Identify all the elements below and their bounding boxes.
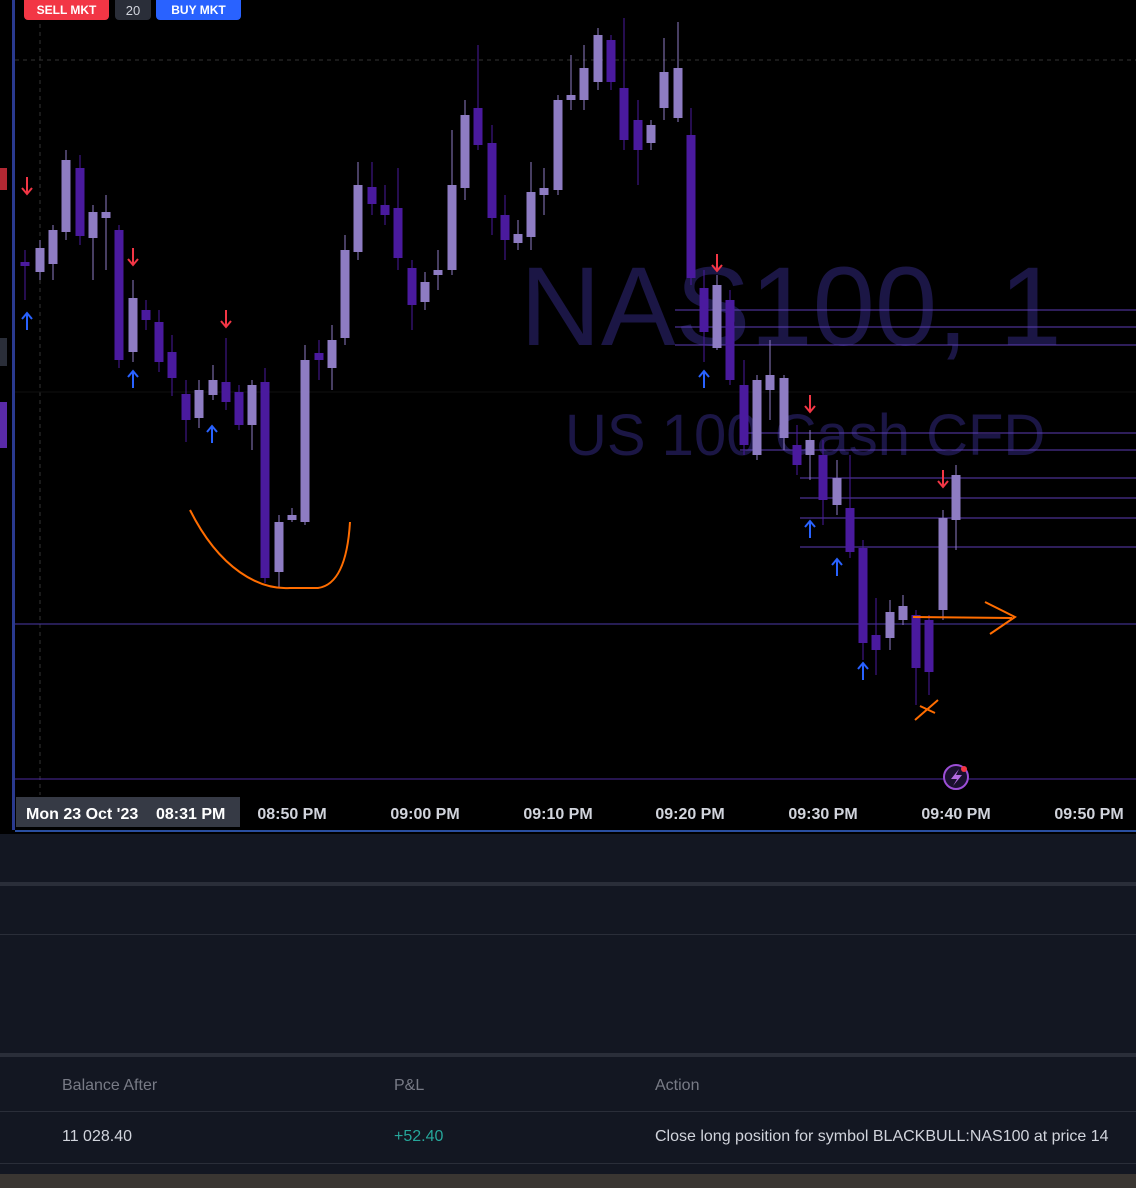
notification-dot-icon [961, 766, 967, 772]
candle [260, 368, 270, 583]
price-marker-purple [0, 402, 7, 448]
candle [725, 290, 735, 385]
buy-button[interactable]: BUY MKT [156, 0, 241, 20]
trade-balance-after: 11 028.40 [62, 1128, 132, 1145]
time-tick-label: 08:50 PM [257, 806, 326, 823]
candle [61, 150, 71, 240]
trade-panel [0, 1057, 1136, 1174]
candle [938, 510, 948, 620]
candle [606, 35, 616, 90]
candle [300, 345, 310, 525]
price-marker-gray [0, 338, 7, 366]
bottom-bar [0, 1174, 1136, 1188]
watermark-symbol: NAS100, 1 [520, 244, 1062, 369]
column-header-balance-after[interactable]: Balance After [62, 1077, 157, 1095]
column-header-action[interactable]: Action [655, 1077, 699, 1095]
time-tick-label: 09:00 PM [390, 806, 459, 823]
candle [593, 28, 603, 90]
candle [712, 275, 722, 350]
time-tick-label: 09:50 PM [1054, 806, 1123, 823]
price-marker-red [0, 168, 7, 190]
axis-date-label: Mon 23 Oct '23 [26, 806, 138, 823]
candle [460, 100, 470, 200]
time-tick-label: 09:30 PM [788, 806, 857, 823]
trade-row-separator [0, 1163, 1136, 1164]
candle [75, 155, 85, 245]
sell-button[interactable]: SELL MKT [24, 0, 109, 20]
panel-row [0, 886, 1136, 934]
trade-pnl: +52.40 [394, 1128, 444, 1145]
panel-strip [0, 834, 1136, 882]
time-tick-label: 09:40 PM [921, 806, 990, 823]
candle [858, 540, 868, 660]
time-tick-label: 09:10 PM [523, 806, 592, 823]
candle [553, 95, 563, 195]
trade-header-separator [0, 1111, 1136, 1112]
candle [114, 225, 124, 368]
candle [752, 375, 762, 460]
quantity-input[interactable]: 20 [115, 0, 151, 20]
chart-left-border [12, 0, 15, 830]
column-header-pnl[interactable]: P&L [394, 1077, 424, 1095]
candle [340, 235, 350, 345]
panel-empty [0, 935, 1136, 1053]
watermark-description: US 100 Cash CFD [565, 403, 1045, 468]
trade-action: Close long position for symbol BLACKBULL… [655, 1128, 1109, 1145]
time-tick-label: 09:20 PM [655, 806, 724, 823]
axis-crosshair-time: 08:31 PM [156, 806, 225, 823]
